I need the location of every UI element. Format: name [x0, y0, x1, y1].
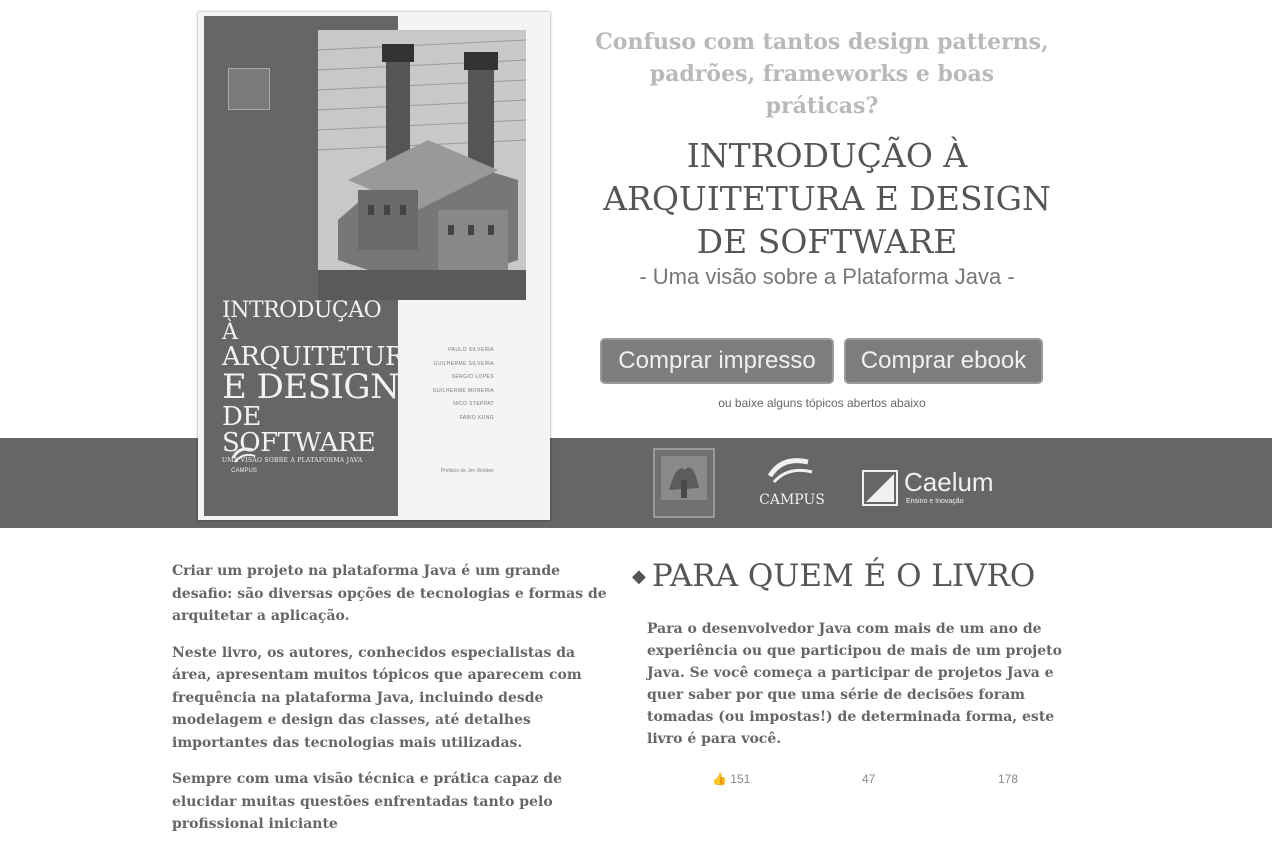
author-name: PAULO SILVEIRA — [448, 347, 494, 353]
partner-band — [0, 438, 1272, 528]
cover-title-line: INTRODUÇÃO À — [222, 298, 382, 345]
elsevier-logo[interactable] — [653, 448, 715, 518]
diamond-bullet-icon: ◆ — [632, 565, 646, 587]
download-hint: ou baixe alguns tópicos abertos abaixo — [718, 396, 926, 410]
cover-publisher: CAMPUS — [231, 468, 257, 474]
author-name: FABIO KUNG — [459, 414, 494, 421]
description-paragraph: Sempre com uma visão técnica e prática c… — [172, 771, 562, 832]
book-foreword: Prefácio de Jim Webber — [440, 468, 494, 474]
like-button[interactable]: 👍 151 — [712, 772, 750, 786]
caelum-logo-label: Caelum — [904, 467, 994, 497]
tagline-line: Confuso com tantos design patterns, — [595, 29, 1049, 55]
title-line: DE SOFTWARE — [696, 222, 958, 261]
tweet-count[interactable]: 178 — [998, 772, 1018, 786]
campus-swoosh-icon — [767, 458, 813, 484]
buy-ebook-button[interactable]: Comprar ebook — [844, 338, 1043, 384]
campus-logo[interactable]: CAMPUS — [756, 454, 828, 514]
caelum-logo[interactable]: Caelum Ensino e Inovação — [860, 468, 994, 512]
author-name: SÉRGIO LOPES — [451, 374, 494, 380]
like-count: 151 — [730, 772, 751, 786]
escher-artwork-image — [318, 30, 526, 300]
author-name: NICO STEPPAT — [453, 401, 494, 407]
tagline-line: padrões, frameworks e boas práticas? — [649, 61, 995, 119]
book-cover: INTRODUÇÃO À ARQUITETURA E DESIGN DE SOF… — [198, 12, 550, 520]
elsevier-tree-icon — [661, 456, 707, 500]
elsevier-tree-icon — [228, 68, 270, 110]
campus-logo-icon: CAMPUS — [224, 444, 264, 480]
campus-logo-label: CAMPUS — [759, 492, 825, 508]
book-description: Criar um projeto na plataforma Java é um… — [172, 560, 612, 850]
page-title: INTRODUÇÃO À ARQUITETURA E DESIGN DE SOF… — [592, 134, 1062, 263]
cover-title-line: E DESIGN — [222, 367, 400, 407]
book-cover-title: INTRODUÇÃO À ARQUITETURA E DESIGN DE SOF… — [222, 298, 423, 464]
share-count[interactable]: 47 — [862, 772, 875, 786]
author-name: GUILHERME MOREIRA — [432, 387, 494, 394]
title-line: ARQUITETURA E DESIGN — [603, 179, 1051, 218]
campus-swoosh-icon — [231, 447, 256, 463]
description-paragraph: Criar um projeto na plataforma Java é um… — [172, 563, 607, 624]
title-line: INTRODUÇÃO À — [686, 136, 968, 175]
section-title: PARA QUEM É O LIVRO — [651, 558, 1036, 594]
audience-section-body: Para o desenvolvedor Java com mais de um… — [647, 621, 1062, 747]
buy-print-button[interactable]: Comprar impresso — [600, 338, 834, 384]
caelum-logo-sublabel: Ensino e Inovação — [906, 498, 964, 505]
audience-section-heading: ◆ PARA QUEM É O LIVRO — [632, 558, 1072, 594]
thumbs-up-icon: 👍 — [712, 772, 727, 786]
caelum-mark-icon — [862, 470, 898, 506]
book-authors: PAULO SILVEIRA GUILHERME SILVEIRA SÉRGIO… — [398, 344, 494, 425]
description-paragraph: Neste livro, os autores, conhecidos espe… — [172, 644, 582, 751]
page-subtitle: - Uma visão sobre a Plataforma Java - — [639, 264, 1015, 289]
author-name: GUILHERME SILVEIRA — [433, 360, 494, 367]
tagline: Confuso com tantos design patterns, padr… — [592, 26, 1052, 122]
